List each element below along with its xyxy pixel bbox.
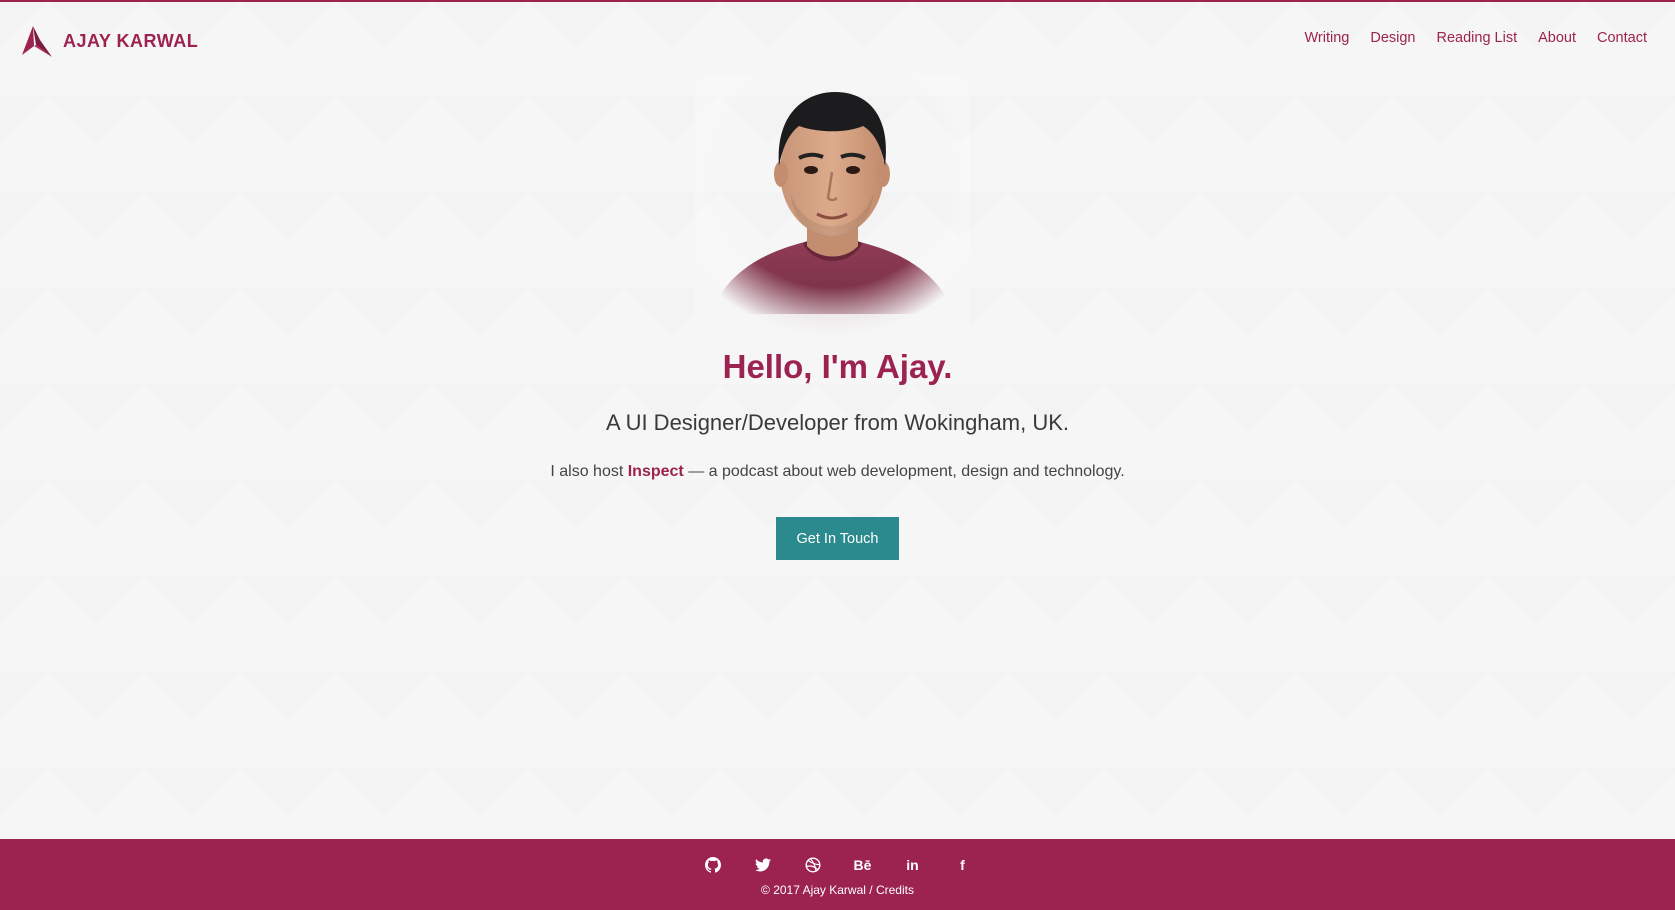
facebook-icon: f bbox=[960, 857, 965, 873]
podcast-prefix: I also host bbox=[550, 463, 628, 480]
hero-headline: Hello, I'm Ajay. bbox=[722, 348, 953, 385]
social-links: Bē in f bbox=[0, 854, 1675, 876]
copyright-text: © 2017 Ajay Karwal bbox=[761, 883, 866, 897]
nav-about[interactable]: About bbox=[1538, 30, 1576, 46]
site-footer: Bē in f © 2017 Ajay Karwal / Credits bbox=[0, 839, 1675, 910]
profile-photo bbox=[695, 74, 970, 336]
site-logo[interactable]: AJAY KARWAL bbox=[20, 24, 198, 58]
dribbble-link[interactable] bbox=[800, 854, 826, 876]
brand-name: AJAY KARWAL bbox=[63, 30, 199, 51]
nav-writing[interactable]: Writing bbox=[1305, 30, 1350, 46]
copyright-separator: / bbox=[865, 883, 876, 897]
nav-design[interactable]: Design bbox=[1370, 30, 1415, 46]
nav-reading-list[interactable]: Reading List bbox=[1437, 30, 1518, 46]
podcast-suffix: — a podcast about web development, desig… bbox=[683, 463, 1125, 480]
twitter-link[interactable] bbox=[750, 854, 776, 876]
credits-link[interactable]: Credits bbox=[876, 883, 914, 897]
facebook-link[interactable]: f bbox=[950, 854, 976, 876]
copyright-line: © 2017 Ajay Karwal / Credits bbox=[0, 883, 1675, 897]
main-nav: Writing Design Reading List About Contac… bbox=[1284, 30, 1648, 46]
inspect-podcast-link[interactable]: Inspect bbox=[628, 463, 684, 480]
podcast-blurb: I also host Inspect — a podcast about we… bbox=[0, 463, 1675, 481]
github-link[interactable] bbox=[700, 854, 726, 876]
dribbble-icon bbox=[804, 857, 821, 873]
linkedin-link[interactable]: in bbox=[900, 854, 926, 876]
nav-contact[interactable]: Contact bbox=[1597, 30, 1647, 46]
linkedin-icon: in bbox=[906, 857, 919, 873]
get-in-touch-button[interactable]: Get In Touch bbox=[776, 517, 899, 560]
github-icon bbox=[704, 857, 721, 873]
logo-mark-icon bbox=[22, 26, 52, 57]
behance-link[interactable]: Bē bbox=[850, 854, 876, 876]
behance-icon: Bē bbox=[853, 857, 872, 873]
hero-subhead: A UI Designer/Developer from Wokingham, … bbox=[606, 410, 1069, 435]
twitter-icon bbox=[754, 858, 771, 872]
site-header: AJAY KARWAL Writing Design Reading List … bbox=[0, 4, 1675, 74]
